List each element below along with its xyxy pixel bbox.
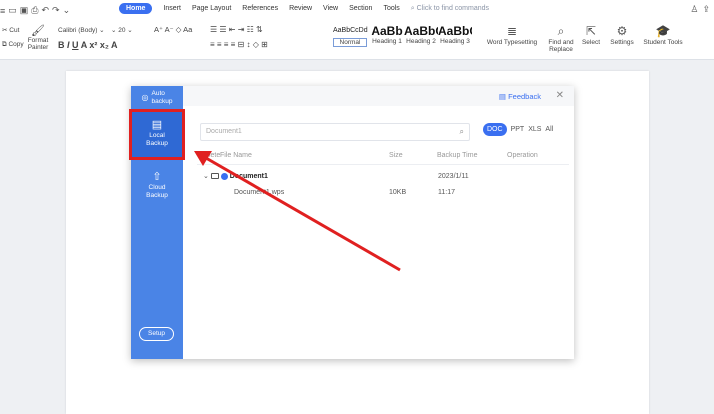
annotation-arrow [194, 151, 401, 272]
